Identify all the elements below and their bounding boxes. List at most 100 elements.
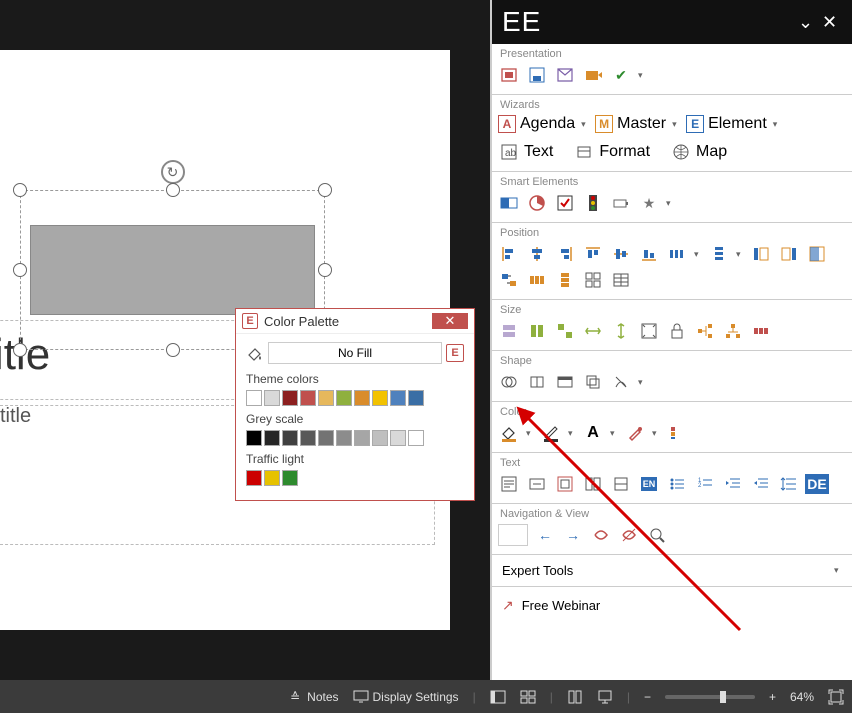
language-de-icon[interactable]: DE	[806, 473, 828, 495]
agenda-dropdown[interactable]: ▾	[581, 119, 589, 130]
merge-shapes-icon[interactable]	[498, 371, 520, 393]
table-arrange-icon[interactable]	[610, 269, 632, 291]
nav-zoom2-icon[interactable]	[618, 524, 640, 546]
bullet-list-icon[interactable]	[666, 473, 688, 495]
resize-handle-w[interactable]	[13, 263, 27, 277]
master-dropdown[interactable]: ▾	[672, 119, 680, 130]
font-color-dropdown[interactable]: ▾	[610, 428, 618, 439]
harvey-ball-icon[interactable]	[498, 192, 520, 214]
nav-find-icon[interactable]	[646, 524, 668, 546]
align-bottom-icon[interactable]	[638, 243, 660, 265]
rectangle-shape[interactable]	[30, 225, 315, 315]
outline-color-icon[interactable]	[540, 422, 562, 444]
color-swatch[interactable]	[264, 430, 280, 446]
distribute-v-icon[interactable]	[708, 243, 730, 265]
resize-handle-sw[interactable]	[13, 343, 27, 357]
dist-v-dropdown[interactable]: ▾	[736, 249, 744, 260]
tree-h-icon[interactable]	[694, 320, 716, 342]
language-en-icon[interactable]: EN	[638, 473, 660, 495]
color-swatch[interactable]	[318, 390, 334, 406]
traffic-light-icon[interactable]	[582, 192, 604, 214]
rotate-handle[interactable]: ↻	[161, 160, 185, 184]
notes-button[interactable]: ≙Notes	[287, 689, 338, 705]
check-presentation-icon[interactable]: ✔	[610, 64, 632, 86]
zoom-in-button[interactable]: +	[769, 690, 776, 704]
stack-h-icon[interactable]	[526, 269, 548, 291]
text-wizard-button[interactable]: abText	[498, 141, 553, 163]
display-settings-button[interactable]: Display Settings	[353, 689, 459, 705]
zoom-slider[interactable]	[665, 695, 755, 699]
align-right-icon[interactable]	[554, 243, 576, 265]
element-wizard-button[interactable]: EElement	[686, 115, 767, 133]
process-icon[interactable]	[750, 320, 772, 342]
color-swatch[interactable]	[372, 430, 388, 446]
color-swatch[interactable]	[300, 390, 316, 406]
apply-theme-button[interactable]: E	[446, 344, 464, 362]
fit-window-button[interactable]	[828, 689, 844, 705]
no-fill-button[interactable]: No Fill	[268, 342, 442, 364]
reading-view-button[interactable]	[567, 689, 583, 705]
dock-right-icon[interactable]	[778, 243, 800, 265]
fill-dropdown[interactable]: ▾	[526, 428, 534, 439]
eyedropper-dropdown[interactable]: ▾	[652, 428, 660, 439]
align-center-h-icon[interactable]	[526, 243, 548, 265]
pane-close-button[interactable]: ✕	[818, 12, 842, 33]
free-webinar-link[interactable]: ↗ Free Webinar	[492, 587, 852, 624]
shape-more-dropdown[interactable]: ▾	[638, 377, 646, 388]
color-swatches-icon[interactable]	[666, 422, 688, 444]
color-swatch[interactable]	[246, 390, 262, 406]
resize-handle-n[interactable]	[166, 183, 180, 197]
swap-icon[interactable]	[498, 269, 520, 291]
number-list-icon[interactable]: 12	[694, 473, 716, 495]
font-color-icon[interactable]: A	[582, 422, 604, 444]
checkbox-icon[interactable]	[554, 192, 576, 214]
increase-indent-icon[interactable]	[722, 473, 744, 495]
golden-ratio-icon[interactable]	[806, 243, 828, 265]
container-icon[interactable]	[554, 371, 576, 393]
star-rating-icon[interactable]: ★	[638, 192, 660, 214]
color-swatch[interactable]	[282, 390, 298, 406]
fit-height-icon[interactable]	[610, 320, 632, 342]
same-height-icon[interactable]	[526, 320, 548, 342]
nav-zoom-icon[interactable]	[590, 524, 612, 546]
color-swatch[interactable]	[390, 390, 406, 406]
normal-view-button[interactable]	[490, 689, 506, 705]
margins-icon[interactable]	[554, 473, 576, 495]
tree-v-icon[interactable]	[722, 320, 744, 342]
master-wizard-button[interactable]: MMaster	[595, 115, 666, 133]
eyedropper-icon[interactable]	[624, 422, 646, 444]
resize-handle-nw[interactable]	[13, 183, 27, 197]
star-dropdown[interactable]: ▾	[666, 198, 674, 209]
dock-left-icon[interactable]	[750, 243, 772, 265]
fill-slide-icon[interactable]	[638, 320, 660, 342]
color-swatch[interactable]	[318, 430, 334, 446]
outline-dropdown[interactable]: ▾	[568, 428, 576, 439]
decrease-indent-icon[interactable]	[750, 473, 772, 495]
line-spacing-icon[interactable]	[778, 473, 800, 495]
split-text-icon[interactable]	[582, 473, 604, 495]
pane-collapse-button[interactable]: ⌄	[794, 12, 818, 33]
pie-progress-icon[interactable]	[526, 192, 548, 214]
color-swatch[interactable]	[336, 390, 352, 406]
align-left-icon[interactable]	[498, 243, 520, 265]
color-swatch[interactable]	[246, 430, 262, 446]
save-presentation-icon[interactable]	[526, 64, 548, 86]
merge-text-icon[interactable]	[610, 473, 632, 495]
palette-close-button[interactable]: ✕	[432, 313, 468, 329]
color-swatch[interactable]	[390, 430, 406, 446]
sorter-view-button[interactable]	[520, 689, 536, 705]
align-top-icon[interactable]	[582, 243, 604, 265]
zoom-thumb[interactable]	[720, 691, 726, 703]
map-wizard-button[interactable]: Map	[670, 141, 727, 163]
zoom-out-button[interactable]: −	[644, 690, 651, 704]
nav-blank-icon[interactable]	[498, 524, 528, 546]
distribute-h-icon[interactable]	[666, 243, 688, 265]
convert-shape-icon[interactable]	[610, 371, 632, 393]
color-swatch[interactable]	[354, 430, 370, 446]
lock-aspect-icon[interactable]	[666, 320, 688, 342]
align-middle-v-icon[interactable]	[610, 243, 632, 265]
color-swatch[interactable]	[336, 430, 352, 446]
same-width-icon[interactable]	[498, 320, 520, 342]
expert-tools-row[interactable]: Expert Tools ▾	[492, 555, 852, 587]
split-shape-icon[interactable]	[526, 371, 548, 393]
